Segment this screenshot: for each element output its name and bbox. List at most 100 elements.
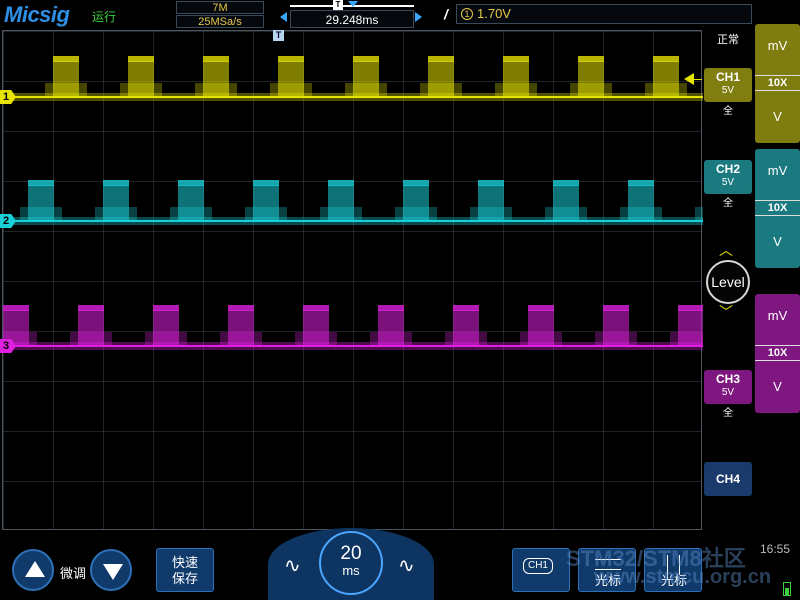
ch2-pulse-top (628, 180, 654, 186)
ch1-pulse (128, 61, 154, 97)
ch2-pulse (478, 185, 504, 221)
ch2-pulse (403, 185, 429, 221)
ch1-pulse-top (128, 56, 154, 62)
time-right-arrow-icon[interactable] (415, 12, 422, 22)
ch2-pulse-top (553, 180, 579, 186)
ch3-probe-unit-v[interactable]: V (755, 379, 800, 394)
ch1-probe-unit-mv[interactable]: mV (755, 38, 800, 53)
ch1-probe-factor[interactable]: 10X (755, 75, 800, 91)
ch2-pulse-top (328, 180, 354, 186)
rising-edge-icon[interactable]: / (444, 6, 448, 22)
ch3-pulse (228, 310, 254, 346)
fine-down-button[interactable] (90, 549, 132, 591)
sample-rate[interactable]: 25MSa/s (176, 15, 264, 28)
ch3-pulse-top (228, 305, 254, 311)
ch1-pulse-top (278, 56, 304, 62)
timebase-value: 20 (340, 543, 362, 564)
ch3-probe-panel[interactable]: mV 10X V (755, 294, 800, 413)
ch2-pulse (328, 185, 354, 221)
ch2-pulse (28, 185, 54, 221)
ch2-pulse (178, 185, 204, 221)
ch2-pulse-top (403, 180, 429, 186)
ch1-pulse (578, 61, 604, 97)
ch2-pulse-top (28, 180, 54, 186)
quick-save-button[interactable]: 快速 保存 (156, 548, 214, 592)
ch2-pulse-top (178, 180, 204, 186)
ch2-pulse (253, 185, 279, 221)
level-knob[interactable]: Level (706, 260, 750, 304)
ch3-pulse-top (303, 305, 329, 311)
ch1-pulse-top (503, 56, 529, 62)
top-status-bar: Micsig 运行 7M 25MSa/s T 29.248ms / 1 1.70… (0, 0, 800, 30)
ch1-button[interactable]: CH1 5V (704, 68, 752, 102)
ch3-pulse-top (528, 305, 554, 311)
ch3-pulse (678, 310, 703, 346)
ch1-probe-panel[interactable]: mV 10X V (755, 24, 800, 143)
ch2-probe-unit-v[interactable]: V (755, 234, 800, 249)
ch3-scale: 5V (721, 387, 735, 398)
ch3-pulse-top (153, 305, 179, 311)
trigger-info[interactable]: 1 1.70V (456, 4, 752, 24)
watermark-url: www.stmcu.org.cn (594, 566, 772, 588)
ch1-pulse-top (578, 56, 604, 62)
ch2-probe-factor[interactable]: 10X (755, 200, 800, 216)
arrow-up-icon (25, 561, 45, 577)
ch3-probe-factor[interactable]: 10X (755, 345, 800, 361)
timebase-unit: ms (342, 563, 360, 578)
ch4-button[interactable]: CH4 (704, 462, 752, 496)
time-offset-value[interactable]: 29.248ms (290, 10, 414, 28)
ch1-pulse (53, 61, 79, 97)
waveform-display[interactable] (2, 30, 703, 530)
fine-tune-label: 微调 (60, 566, 87, 581)
run-status[interactable]: 运行 (92, 8, 116, 25)
channel-select-label: CH1 (523, 558, 553, 574)
ch1-probe-unit-v[interactable]: V (755, 109, 800, 124)
ch1-name: CH1 (715, 70, 740, 84)
trigger-position-icon: T (333, 0, 343, 10)
ch2-pulse-ringing (695, 207, 703, 221)
ch1-pulse (353, 61, 379, 97)
ch3-pulse (453, 310, 479, 346)
quick-save-line1: 快速 (171, 555, 198, 570)
brand-logo: Micsig (4, 2, 70, 27)
sine-wave-icon[interactable]: ∿ (284, 553, 301, 578)
arrow-down-icon (103, 564, 123, 580)
time-left-arrow-icon[interactable] (280, 12, 287, 22)
ch3-pulse (603, 310, 629, 346)
channel-select-button[interactable]: CH1 (512, 548, 570, 592)
ch2-button[interactable]: CH2 5V (704, 160, 752, 194)
level-down-chevron-icon[interactable]: ﹀ (719, 302, 733, 322)
ch3-button[interactable]: CH3 5V (704, 370, 752, 404)
ch2-pulse-top (103, 180, 129, 186)
level-up-chevron-icon[interactable]: ︿ (719, 240, 733, 260)
ch3-pulse (378, 310, 404, 346)
ch3-pulse (78, 310, 104, 346)
ch3-probe-unit-mv[interactable]: mV (755, 308, 800, 323)
memory-depth[interactable]: 7M (176, 1, 264, 14)
trigger-source-badge: 1 (461, 8, 473, 20)
ch1-pulse (278, 61, 304, 97)
ch1-pulse (428, 61, 454, 97)
ch1-scale: 5V (721, 85, 735, 96)
timebase-value-circle[interactable]: 20 ms (319, 531, 383, 595)
ch1-pulse (203, 61, 229, 97)
sine-wave-icon[interactable]: ∿ (398, 553, 415, 578)
ch1-pulse-top (203, 56, 229, 62)
ch2-scale: 5V (721, 177, 735, 188)
ch1-bandwidth: 全 (723, 106, 733, 117)
fine-up-button[interactable] (12, 549, 54, 591)
battery-icon (783, 582, 791, 596)
ch3-pulse (153, 310, 179, 346)
ch1-pulse-top (353, 56, 379, 62)
ch3-pulse-top (453, 305, 479, 311)
trigger-level-tick (690, 79, 702, 80)
ch2-pulse (628, 185, 654, 221)
quick-save-line2: 保存 (171, 571, 198, 586)
ch2-probe-unit-mv[interactable]: mV (755, 163, 800, 178)
ch2-probe-panel[interactable]: mV 10X V (755, 149, 800, 268)
trigger-mode-label[interactable]: 正常 (717, 31, 739, 47)
ch3-pulse-top (378, 305, 404, 311)
ch2-pulse-top (478, 180, 504, 186)
ch1-pulse (503, 61, 529, 97)
trigger-time-marker[interactable]: T (273, 30, 284, 41)
